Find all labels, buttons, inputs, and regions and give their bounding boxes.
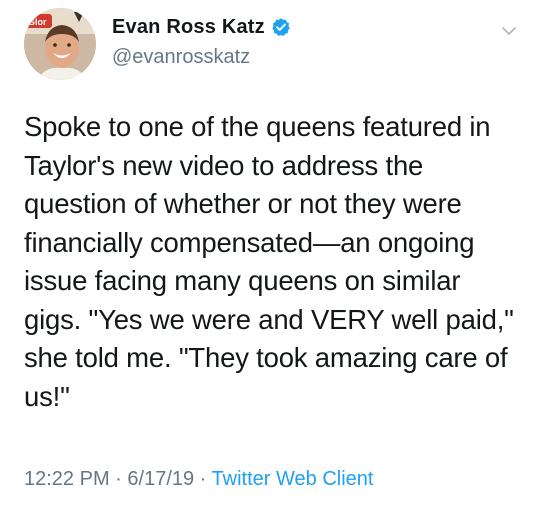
user-handle[interactable]: @evanrosskatz	[112, 46, 291, 69]
tweet-card: Glor Evan Ross Katz @evanrosskatz Spoke …	[0, 0, 540, 505]
avatar-photo: Glor	[24, 8, 96, 80]
verified-badge-icon	[271, 17, 291, 37]
tweet-text-line: she told me. "They took amazing care of	[24, 342, 508, 373]
avatar[interactable]: Glor	[24, 8, 96, 80]
tweet-text-line: gigs. "Yes we were and VERY well paid,"	[24, 303, 514, 335]
meta-separator: ·	[194, 468, 212, 490]
meta-separator: ·	[109, 468, 128, 490]
tweet-text-line: financially compensated—an ongoing	[24, 226, 475, 258]
tweet-header: Glor Evan Ross Katz @evanrosskatz	[24, 8, 524, 80]
tweet-text-line: Spoke to one of the queens featured in	[24, 111, 491, 142]
tweet-text-line: Taylor's new video to address the	[24, 149, 424, 181]
tweet-metadata: 12:22 PM · 6/17/19 · Twitter Web Client	[24, 468, 373, 491]
avatar-sign-text: Glor	[28, 17, 47, 27]
tweet-time[interactable]: 12:22 PM	[24, 468, 110, 490]
chevron-down-icon[interactable]	[500, 22, 518, 40]
tweet-source-link[interactable]: Twitter Web Client	[212, 468, 374, 490]
tweet-text-line: us!"	[24, 380, 70, 412]
tweet-text-line: question of whether or not they were	[24, 188, 462, 219]
display-name-row: Evan Ross Katz	[112, 14, 291, 40]
tweet-date[interactable]: 6/17/19	[127, 468, 194, 490]
display-name[interactable]: Evan Ross Katz	[112, 16, 265, 39]
tweet-text-line: issue facing many queens on similar	[24, 265, 461, 296]
tweet-text: Spoke to one of the queens featured in T…	[24, 108, 524, 416]
tweet-author: Evan Ross Katz @evanrosskatz	[112, 14, 291, 69]
